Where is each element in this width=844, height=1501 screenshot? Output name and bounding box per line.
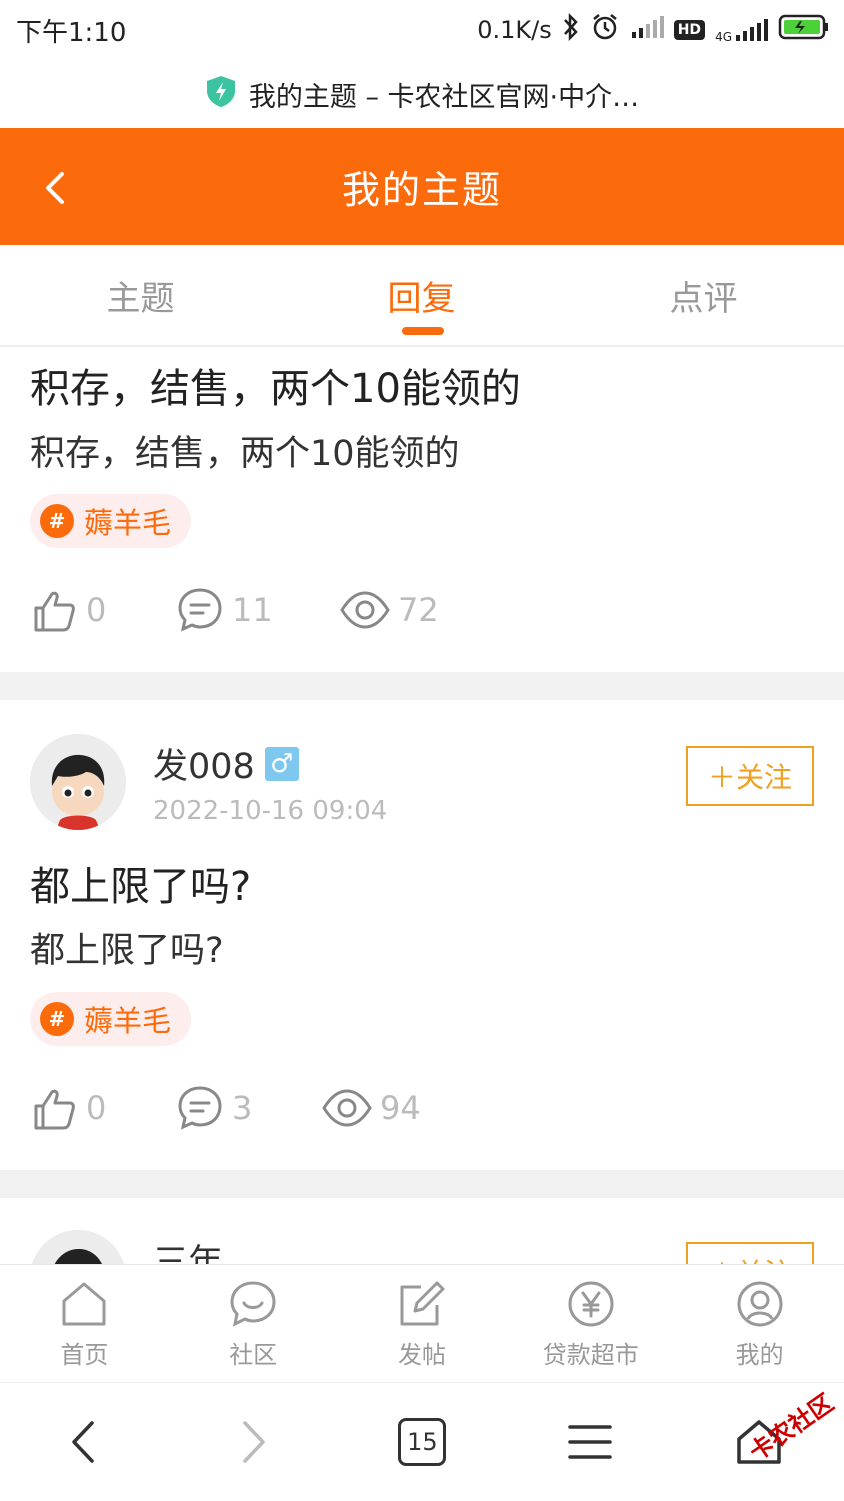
male-icon: ♂ <box>264 746 299 781</box>
bottom-nav: 首页 社区 发帖 贷款超市 我的 <box>0 1264 844 1383</box>
tag-label: 薅羊毛 <box>84 1004 172 1038</box>
nav-label: 贷款超市 <box>542 1340 639 1369</box>
post-body: 都上限了吗? <box>30 931 224 971</box>
status-icons: 0.1K/s HD 4G <box>477 12 830 48</box>
nav-mine[interactable]: 我的 <box>675 1265 844 1383</box>
nav-loan-market[interactable]: 贷款超市 <box>506 1265 675 1383</box>
home-icon <box>62 1282 106 1325</box>
browser-tabs-button[interactable]: 15 <box>338 1383 507 1501</box>
comment-count: 11 <box>232 591 273 629</box>
avatar-image <box>30 734 126 830</box>
comment-stat[interactable]: 3 <box>176 1084 322 1132</box>
follow-button[interactable]: ＋关注 <box>686 746 814 806</box>
alarm-icon <box>590 12 620 48</box>
username: 发008 <box>153 747 255 787</box>
menu-icon <box>568 1425 613 1459</box>
tab-count: 15 <box>398 1418 447 1466</box>
post-stats: 0 3 94 <box>30 1078 421 1138</box>
battery-icon <box>778 13 830 47</box>
avatar[interactable] <box>30 734 126 830</box>
header-title: 我的主题 <box>341 168 502 212</box>
nav-label: 发帖 <box>397 1340 446 1369</box>
like-stat[interactable]: 0 <box>30 586 176 634</box>
view-count: 72 <box>398 591 439 629</box>
post-item-partial: 三年 ＋关注 <box>0 1198 844 1264</box>
status-bar: 下午1:10 0.1K/s HD 4G <box>0 0 844 60</box>
hashtag-icon: # <box>40 1002 74 1036</box>
signal-icon <box>630 14 664 46</box>
view-count: 94 <box>380 1089 421 1127</box>
nav-home[interactable]: 首页 <box>0 1265 169 1383</box>
post-author[interactable]: 发008 ♂ <box>153 738 299 789</box>
browser-title-bar: 我的主题 – 卡农社区官网·中介… <box>0 60 844 128</box>
nav-community[interactable]: 社区 <box>169 1265 338 1383</box>
yuan-icon <box>568 1281 614 1326</box>
comment-icon <box>178 588 222 632</box>
view-stat: 94 <box>322 1084 421 1132</box>
thumbs-up-icon <box>34 1089 75 1130</box>
edit-icon <box>400 1281 445 1325</box>
chevron-left-icon <box>46 172 64 204</box>
view-stat: 72 <box>340 586 439 634</box>
follow-button[interactable]: ＋关注 <box>686 1242 814 1264</box>
comment-count: 3 <box>232 1089 253 1127</box>
thumbs-up-icon <box>34 591 75 632</box>
browser-back-button[interactable] <box>0 1383 169 1501</box>
nav-label: 社区 <box>229 1340 278 1369</box>
chat-icon <box>230 1280 276 1327</box>
status-time: 下午1:10 <box>16 18 127 48</box>
username: 三年 <box>153 1243 224 1264</box>
post-body: 积存，结售，两个10能领的 <box>30 434 460 474</box>
browser-menu-button[interactable] <box>506 1383 675 1501</box>
browser-forward-button[interactable] <box>169 1383 338 1501</box>
post-time: 2022-10-16 09:04 <box>153 796 388 826</box>
like-count: 0 <box>86 591 107 629</box>
page-title: 我的主题 – 卡农社区官网·中介… <box>248 81 640 113</box>
chevron-right-icon <box>243 1421 266 1463</box>
avatar-image <box>30 1230 126 1264</box>
bluetooth-icon <box>562 12 580 48</box>
browser-toolbar: 15 <box>0 1382 844 1501</box>
net-speed: 0.1K/s <box>477 16 552 44</box>
active-tab-indicator <box>402 327 444 335</box>
tag-label: 薅羊毛 <box>84 506 172 540</box>
hd-icon: HD <box>673 20 706 40</box>
post-title[interactable]: 都上限了吗? <box>30 854 251 912</box>
comment-stat[interactable]: 11 <box>176 586 340 634</box>
topic-tag[interactable]: # 薅羊毛 <box>30 494 192 548</box>
chevron-left-icon <box>72 1421 95 1463</box>
nav-label: 首页 <box>60 1340 109 1369</box>
eye-icon <box>340 591 390 629</box>
section-divider <box>0 672 844 700</box>
shield-icon <box>205 74 237 115</box>
comment-icon <box>178 1086 222 1130</box>
4g-signal-icon: 4G <box>715 17 768 43</box>
nav-post[interactable]: 发帖 <box>338 1265 507 1383</box>
tab-reviews[interactable]: 点评 <box>563 245 844 345</box>
post-author[interactable]: 三年 <box>153 1234 223 1264</box>
avatar[interactable] <box>30 1230 126 1264</box>
app-header: 我的主题 <box>0 128 844 245</box>
user-icon <box>737 1281 783 1326</box>
post-stats: 0 11 72 <box>30 580 439 640</box>
topic-tag[interactable]: # 薅羊毛 <box>30 992 192 1046</box>
tab-topics[interactable]: 主题 <box>0 245 281 345</box>
like-count: 0 <box>86 1089 107 1127</box>
net-type: 4G <box>715 30 732 44</box>
post-title[interactable]: 积存，结售，两个10能领的 <box>30 356 521 414</box>
eye-icon <box>322 1089 372 1127</box>
nav-label: 我的 <box>735 1340 784 1369</box>
like-stat[interactable]: 0 <box>30 1084 176 1132</box>
back-button[interactable] <box>30 158 90 218</box>
section-divider <box>0 1170 844 1198</box>
hashtag-icon: # <box>40 504 74 538</box>
